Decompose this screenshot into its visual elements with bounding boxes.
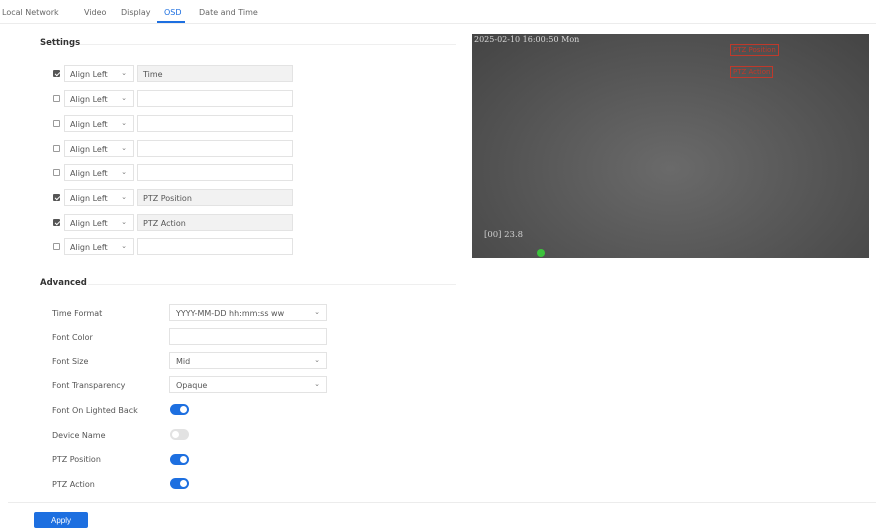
overlay-align-value: Align Left <box>70 70 108 79</box>
settings-divider <box>80 44 456 45</box>
overlay-align-select[interactable]: Align Left ⌄ <box>64 65 134 82</box>
apply-button[interactable]: Apply <box>34 512 88 528</box>
tab-video[interactable]: Video <box>84 8 106 17</box>
overlay-enable-checkbox[interactable] <box>53 145 60 152</box>
advanced-divider <box>88 284 456 285</box>
font-size-value: Mid <box>176 357 191 366</box>
osd-ptz-action-box[interactable]: PTZ Action <box>730 66 774 78</box>
chevron-down-icon: ⌄ <box>314 356 320 364</box>
overlay-text-field[interactable]: PTZ Action <box>137 214 293 231</box>
overlay-align-select[interactable]: Align Left ⌄ <box>64 140 134 157</box>
tab-display[interactable]: Display <box>121 8 151 17</box>
tab-date-and-time[interactable]: Date and Time <box>199 8 258 17</box>
settings-title: Settings <box>40 38 81 48</box>
osd-ptz-position-box[interactable]: PTZ Position <box>730 44 779 56</box>
ptz-position-toggle[interactable] <box>170 454 189 465</box>
overlay-text-value: Time <box>143 70 163 79</box>
ptz-action-label: PTZ Action <box>52 480 95 489</box>
overlay-align-select[interactable]: Align Left ⌄ <box>64 189 134 206</box>
time-format-label: Time Format <box>52 309 103 318</box>
chevron-down-icon: ⌄ <box>314 308 320 316</box>
overlay-text-field[interactable] <box>137 238 293 255</box>
chevron-down-icon: ⌄ <box>121 242 127 250</box>
overlay-enable-checkbox[interactable] <box>53 120 60 127</box>
chevron-down-icon: ⌄ <box>121 168 127 176</box>
font-size-label: Font Size <box>52 357 89 366</box>
overlay-text-field[interactable]: Time <box>137 65 293 82</box>
overlay-text-field[interactable]: PTZ Position <box>137 189 293 206</box>
overlay-text-field[interactable] <box>137 115 293 132</box>
osd-overlay-row: Align Left ⌄ <box>52 238 297 256</box>
osd-timestamp: 2025-02-10 16:00:50 Mon <box>474 35 580 44</box>
chevron-down-icon: ⌄ <box>121 94 127 102</box>
advanced-title: Advanced <box>40 278 87 288</box>
chevron-down-icon: ⌄ <box>121 144 127 152</box>
overlay-align-select[interactable]: Align Left ⌄ <box>64 214 134 231</box>
font-size-select[interactable]: Mid ⌄ <box>169 352 327 369</box>
ptz-action-toggle[interactable] <box>170 478 189 489</box>
overlay-align-value: Align Left <box>70 219 108 228</box>
overlay-text-field[interactable] <box>137 90 293 107</box>
toggle-knob <box>180 406 187 413</box>
time-format-select[interactable]: YYYY-MM-DD hh:mm:ss ww ⌄ <box>169 304 327 321</box>
overlay-align-value: Align Left <box>70 120 108 129</box>
osd-overlay-row: Align Left ⌄ PTZ Position <box>52 189 297 207</box>
font-transparency-label: Font Transparency <box>52 381 126 390</box>
overlay-align-value: Align Left <box>70 169 108 178</box>
overlay-enable-checkbox[interactable] <box>53 169 60 176</box>
tab-divider <box>0 23 876 24</box>
overlay-text-value: PTZ Position <box>143 194 192 203</box>
font-color-field[interactable] <box>169 328 327 345</box>
chevron-down-icon: ⌄ <box>121 69 127 77</box>
time-format-value: YYYY-MM-DD hh:mm:ss ww <box>176 309 285 318</box>
overlay-align-value: Align Left <box>70 194 108 203</box>
font-transparency-select[interactable]: Opaque ⌄ <box>169 376 327 393</box>
osd-overlay-row: Align Left ⌄ Time <box>52 65 297 83</box>
overlay-align-value: Align Left <box>70 243 108 252</box>
font-on-lighted-back-label: Font On Lighted Back <box>52 406 138 415</box>
tab-local-network[interactable]: Local Network <box>2 8 59 17</box>
overlay-align-value: Align Left <box>70 145 108 154</box>
overlay-enable-checkbox[interactable] <box>53 243 60 250</box>
chevron-down-icon: ⌄ <box>121 218 127 226</box>
overlay-text-field[interactable] <box>137 164 293 181</box>
osd-overlay-row: Align Left ⌄ PTZ Action <box>52 214 297 232</box>
overlay-text-field[interactable] <box>137 140 293 157</box>
osd-zoom-readout: [00] 23.8 <box>484 230 524 240</box>
toggle-knob <box>180 480 187 487</box>
font-color-label: Font Color <box>52 333 93 342</box>
overlay-align-select[interactable]: Align Left ⌄ <box>64 164 134 181</box>
chevron-down-icon: ⌄ <box>121 119 127 127</box>
font-on-lighted-back-toggle[interactable] <box>170 404 189 415</box>
overlay-align-select[interactable]: Align Left ⌄ <box>64 115 134 132</box>
overlay-enable-checkbox[interactable] <box>53 70 60 77</box>
tab-osd[interactable]: OSD <box>164 8 182 17</box>
overlay-align-select[interactable]: Align Left ⌄ <box>64 90 134 107</box>
font-transparency-value: Opaque <box>176 381 208 390</box>
osd-overlay-row: Align Left ⌄ <box>52 164 297 182</box>
chevron-down-icon: ⌄ <box>121 193 127 201</box>
overlay-align-select[interactable]: Align Left ⌄ <box>64 238 134 255</box>
overlay-enable-checkbox[interactable] <box>53 194 60 201</box>
tab-bar: Local Network Video Display OSD Date and… <box>0 0 876 24</box>
toggle-knob <box>172 431 179 438</box>
overlay-enable-checkbox[interactable] <box>53 95 60 102</box>
video-preview[interactable]: 2025-02-10 16:00:50 Mon PTZ Position PTZ… <box>472 34 869 258</box>
osd-overlay-row: Align Left ⌄ <box>52 140 297 158</box>
status-dot-icon <box>537 249 545 257</box>
footer-divider <box>8 502 876 503</box>
osd-overlay-row: Align Left ⌄ <box>52 115 297 133</box>
toggle-knob <box>180 456 187 463</box>
ptz-position-label: PTZ Position <box>52 455 101 464</box>
device-name-label: Device Name <box>52 431 106 440</box>
osd-overlay-row: Align Left ⌄ <box>52 90 297 108</box>
device-name-toggle[interactable] <box>170 429 189 440</box>
overlay-text-value: PTZ Action <box>143 219 186 228</box>
overlay-enable-checkbox[interactable] <box>53 219 60 226</box>
chevron-down-icon: ⌄ <box>314 380 320 388</box>
overlay-align-value: Align Left <box>70 95 108 104</box>
